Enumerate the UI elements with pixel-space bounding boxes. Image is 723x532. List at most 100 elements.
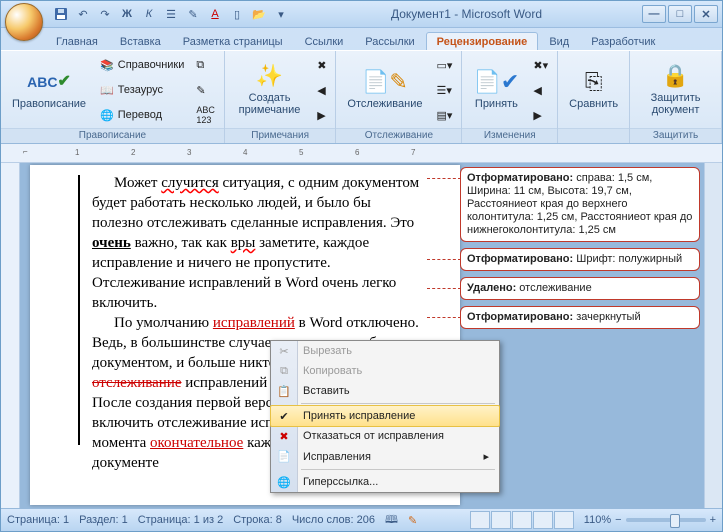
italic-icon[interactable]: К (139, 4, 159, 24)
accept-button[interactable]: 📄✔ Принять (466, 53, 526, 123)
tab-view[interactable]: Вид (538, 32, 580, 50)
spelling-error[interactable]: вры (231, 235, 256, 251)
reviewpane-button[interactable]: ▤▾ (431, 103, 457, 127)
proof2-button[interactable]: ✎ (191, 78, 220, 102)
new-comment-button[interactable]: ✨ Создать примечание (229, 53, 310, 123)
save-icon[interactable] (51, 4, 71, 24)
status-line[interactable]: Строка: 8 (233, 514, 282, 526)
zoom-value[interactable]: 110% (584, 514, 611, 526)
ctx-reject-change[interactable]: ✖Отказаться от исправления (271, 426, 499, 446)
language-icon[interactable]: 🕮 (385, 511, 398, 530)
group-comments-label: Примечания (225, 128, 336, 143)
ctx-paste[interactable]: 📋Вставить (271, 381, 499, 401)
translate-button[interactable]: 🌐Перевод (95, 103, 189, 127)
office-button[interactable] (5, 3, 43, 41)
maximize-button[interactable]: □ (668, 5, 692, 23)
ctx-copy[interactable]: ⧉Копировать (271, 361, 499, 381)
lock-icon: 🔒 (660, 60, 692, 92)
compare-icon: ⎘ (578, 66, 610, 98)
view-web[interactable] (512, 511, 532, 529)
view-print[interactable] (470, 511, 490, 529)
balloon-format-strike[interactable]: Отформатировано: зачеркнутый (460, 306, 700, 329)
ribbon-tabs: Главная Вставка Разметка страницы Ссылки… (1, 28, 722, 50)
track-status-icon[interactable]: ✎ (408, 514, 417, 527)
wordcount-button[interactable]: ABC123 (191, 103, 220, 127)
quick-access-toolbar: ↶ ↷ Ж К ☰ ✎ A ▯ 📂 ▾ (51, 4, 291, 24)
thesaurus-button[interactable]: 📖Тезаурус (95, 78, 189, 102)
tab-developer[interactable]: Разработчик (580, 32, 666, 50)
track-icon: 📄✎ (369, 66, 401, 98)
window-title: Документ1 - Microsoft Word (291, 7, 642, 21)
highlight-icon[interactable]: ✎ (183, 4, 203, 24)
ctx-accept-change[interactable]: ✔Принять исправление (270, 405, 500, 427)
horizontal-ruler[interactable]: ⌐ 1 2 3 4 5 6 7 (1, 144, 722, 163)
view-fullscreen[interactable] (491, 511, 511, 529)
fontcolor-icon[interactable]: A (205, 4, 225, 24)
balloon-format-bold[interactable]: Отформатировано: Шрифт: полужирный (460, 248, 700, 271)
next-comment-button[interactable]: ▶ (312, 103, 331, 127)
tab-layout[interactable]: Разметка страницы (172, 32, 294, 50)
status-words[interactable]: Число слов: 206 (292, 514, 375, 526)
tracked-deletion[interactable]: отслеживание (92, 375, 182, 391)
reject-change-icon: ✖ (275, 430, 293, 443)
redo-icon[interactable]: ↷ (95, 4, 115, 24)
vertical-scrollbar[interactable] (704, 163, 722, 508)
prev-change-button[interactable]: ◀ (528, 78, 553, 102)
status-page[interactable]: Страница: 1 (7, 514, 69, 526)
open-icon[interactable]: 📂 (249, 4, 269, 24)
paste-icon: 📋 (275, 385, 293, 398)
change-bar (78, 175, 80, 445)
tracked-insertion[interactable]: окончательное (150, 435, 243, 451)
ctx-hyperlink[interactable]: 🌐Гиперссылка... (271, 472, 499, 492)
status-pages[interactable]: Страница: 1 из 2 (138, 514, 224, 526)
track-changes-button[interactable]: 📄✎ Отслеживание (340, 53, 429, 123)
zoom-slider[interactable] (626, 518, 706, 522)
prev-comment-button[interactable]: ◀ (312, 78, 331, 102)
delete-comment-button[interactable]: ✖ (312, 53, 331, 77)
research-button[interactable]: 📚Справочники (95, 53, 189, 77)
bold-icon[interactable]: Ж (117, 4, 137, 24)
tab-insert[interactable]: Вставка (109, 32, 172, 50)
revision-balloons: Отформатировано: справа: 1,5 см, Ширина:… (460, 167, 700, 329)
protect-button[interactable]: 🔒 Защитить документ (634, 53, 717, 123)
view-outline[interactable] (533, 511, 553, 529)
undo-icon[interactable]: ↶ (73, 4, 93, 24)
ctx-cut[interactable]: ✂Вырезать (271, 341, 499, 361)
tab-home[interactable]: Главная (45, 32, 109, 50)
accept-icon: 📄✔ (480, 66, 512, 98)
cut-icon: ✂ (275, 345, 293, 358)
tracked-insertion[interactable]: исправлений (213, 315, 295, 331)
close-button[interactable]: ✕ (694, 5, 718, 23)
globe-icon: 🌐 (100, 109, 114, 122)
balloon-deleted[interactable]: Удалено: отслеживание (460, 277, 700, 300)
tab-mailings[interactable]: Рассылки (354, 32, 425, 50)
tab-review[interactable]: Рецензирование (426, 32, 539, 50)
balloon-format[interactable]: Отформатировано: справа: 1,5 см, Ширина:… (460, 167, 700, 242)
accept-change-icon: ✔ (275, 410, 293, 423)
new-icon[interactable]: ▯ (227, 4, 247, 24)
status-bar: Страница: 1 Раздел: 1 Страница: 1 из 2 С… (1, 508, 722, 531)
ribbon: ABC✔ Правописание 📚Справочники 📖Тезаурус… (1, 50, 722, 144)
markup-button[interactable]: ☰▾ (431, 78, 457, 102)
abc-check-icon: ABC✔ (33, 66, 65, 98)
zoom-out-button[interactable]: − (615, 514, 621, 526)
zoom-in-button[interactable]: + (710, 514, 716, 526)
next-change-button[interactable]: ▶ (528, 103, 553, 127)
book-open-icon: 📖 (100, 84, 114, 97)
proof1-button[interactable]: ⧉ (191, 53, 220, 77)
view-draft[interactable] (554, 511, 574, 529)
spellcheck-button[interactable]: ABC✔ Правописание (5, 53, 93, 123)
reject-button[interactable]: ✖▾ (528, 53, 553, 77)
ctx-changes[interactable]: 📄Исправления▸ (271, 446, 499, 467)
display-button[interactable]: ▭▾ (431, 53, 457, 77)
qat-more-icon[interactable]: ▾ (271, 4, 291, 24)
vertical-ruler[interactable] (1, 163, 20, 508)
bullets-icon[interactable]: ☰ (161, 4, 181, 24)
tab-references[interactable]: Ссылки (294, 32, 355, 50)
status-section[interactable]: Раздел: 1 (79, 514, 128, 526)
compare-button[interactable]: ⎘ Сравнить (562, 53, 625, 123)
view-buttons (470, 511, 574, 529)
spelling-error[interactable]: случится (161, 175, 219, 191)
bold-insertion[interactable]: очень (92, 235, 131, 251)
minimize-button[interactable]: — (642, 5, 666, 23)
